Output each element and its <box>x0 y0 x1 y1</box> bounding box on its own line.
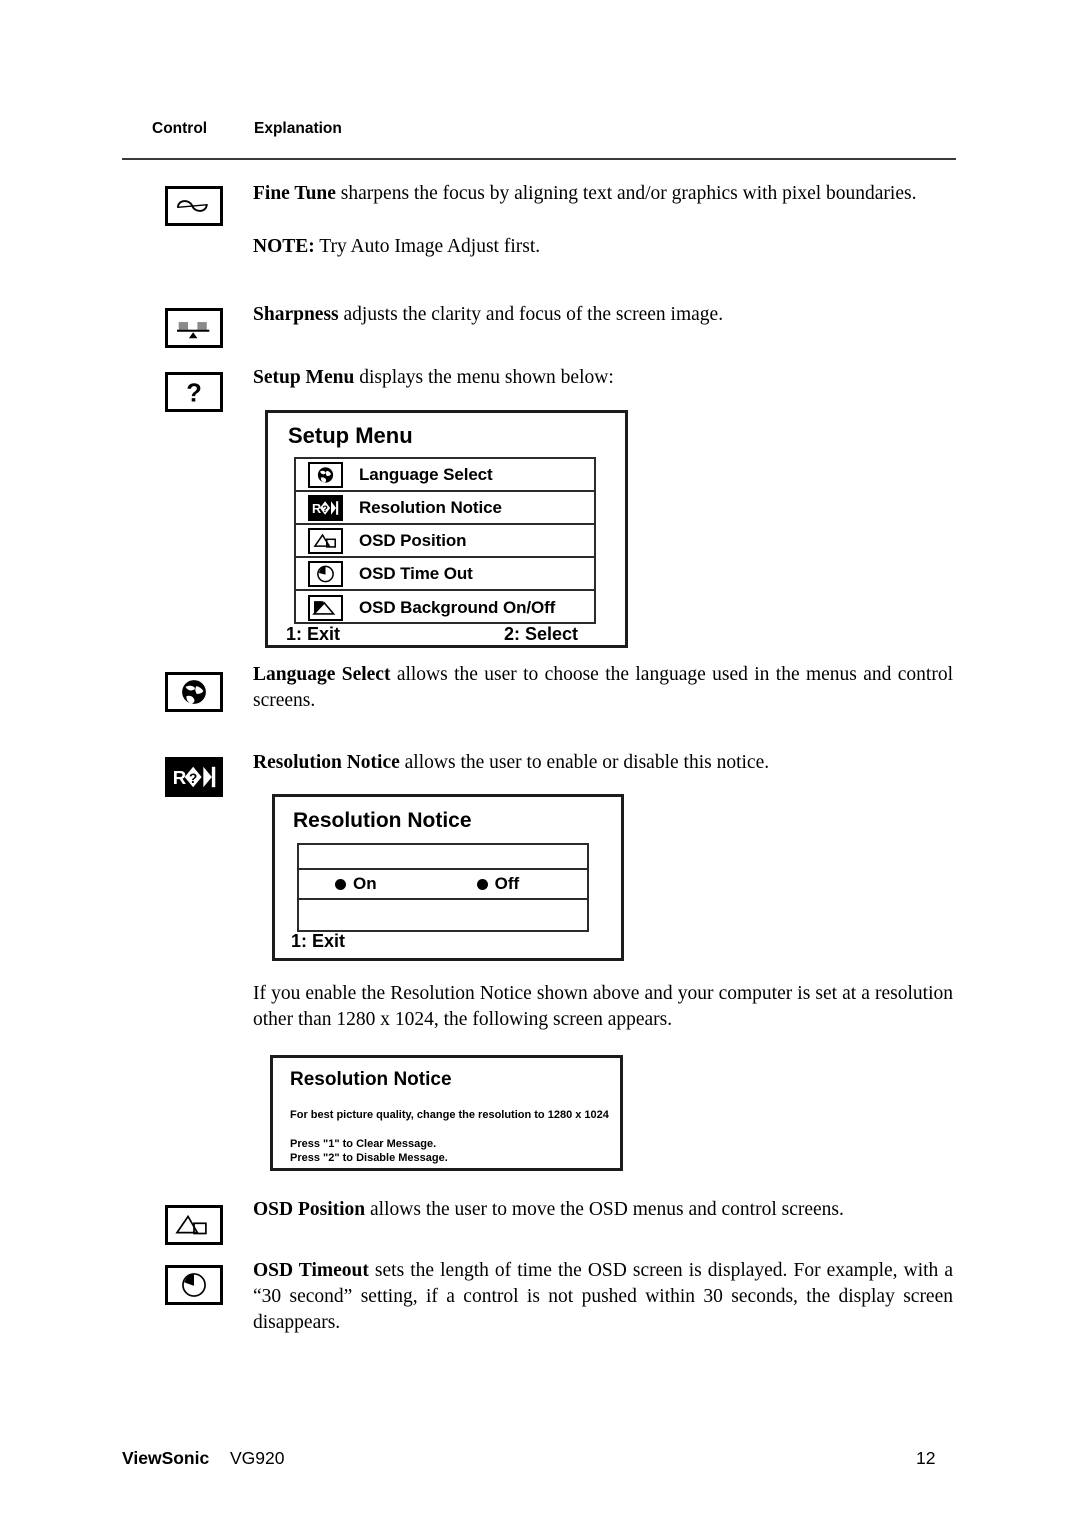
osd-band-bottom <box>299 900 587 925</box>
resolution-notice-text: allows the user to enable or disable thi… <box>399 752 770 773</box>
osd-position-icon <box>165 1205 223 1245</box>
osd-resolution-notice-title: Resolution Notice <box>293 809 472 832</box>
osd-setup-menu-screen: Setup Menu Language Select R ? Resolutio… <box>265 410 628 648</box>
setup-menu-text: displays the menu shown below: <box>354 367 614 388</box>
osd-position-icon <box>308 527 343 554</box>
osd-setup-menu-list: Language Select R ? Resolution Notice OS… <box>294 457 596 624</box>
resolution-notice-icon: R ? <box>308 494 343 521</box>
osd-resolution-message-disable: Press "2" to Disable Message. <box>290 1152 448 1164</box>
osd-menu-item-resolution-notice[interactable]: R ? Resolution Notice <box>296 492 594 525</box>
sharpness-term: Sharpness <box>253 304 339 325</box>
osd-resolution-message-clear: Press "1" to Clear Message. <box>290 1138 437 1150</box>
page-footer: ViewSonic VG920 12 <box>0 1448 1080 1474</box>
osd-setup-menu-exit[interactable]: 1: Exit <box>286 624 340 645</box>
sharpness-icon <box>165 308 223 348</box>
osd-timeout-icon <box>165 1265 223 1305</box>
osd-resolution-message-screen: Resolution Notice For best picture quali… <box>270 1055 623 1171</box>
svg-text:R: R <box>173 767 187 788</box>
osd-resolution-notice-options: On Off <box>297 843 589 932</box>
footer-brand: ViewSonic <box>122 1448 210 1468</box>
osd-timeout-term: OSD Timeout <box>253 1260 369 1281</box>
osd-option-on-label: On <box>353 874 377 893</box>
osd-timeout-icon <box>308 560 343 587</box>
osd-menu-label: OSD Background On/Off <box>359 597 556 617</box>
globe-icon <box>165 672 223 712</box>
osd-menu-item-language-select[interactable]: Language Select <box>296 459 594 492</box>
globe-icon <box>308 461 343 488</box>
osd-background-icon <box>308 594 343 621</box>
osd-menu-label: OSD Position <box>359 530 467 550</box>
question-mark-icon: ? <box>165 372 223 412</box>
footer-model: VG920 <box>230 1448 285 1468</box>
language-select-term: Language Select <box>253 664 391 685</box>
osd-position-term: OSD Position <box>253 1199 366 1220</box>
osd-menu-item-osd-position[interactable]: OSD Position <box>296 525 594 558</box>
column-header-control: Control <box>152 120 208 137</box>
svg-text:?: ? <box>186 379 202 407</box>
osd-timeout-description: OSD Timeout sets the length of time the … <box>253 1258 953 1336</box>
osd-setup-menu-title: Setup Menu <box>288 423 413 448</box>
resolution-notice-description: Resolution Notice allows the user to ena… <box>253 750 953 776</box>
svg-text:R: R <box>312 502 321 516</box>
svg-text:?: ? <box>322 504 328 514</box>
osd-option-off[interactable]: Off <box>476 874 520 894</box>
osd-menu-item-osd-time-out[interactable]: OSD Time Out <box>296 558 594 591</box>
osd-resolution-notice-exit[interactable]: 1: Exit <box>291 931 345 952</box>
fine-tune-note-label: NOTE: <box>253 236 315 257</box>
radio-bullet-icon <box>335 878 346 890</box>
svg-text:?: ? <box>189 771 197 786</box>
osd-resolution-message-title: Resolution Notice <box>290 1069 452 1090</box>
sharpness-text: adjusts the clarity and focus of the scr… <box>338 304 724 325</box>
osd-position-description: OSD Position allows the user to move the… <box>253 1197 953 1223</box>
osd-menu-label: OSD Time Out <box>359 563 473 583</box>
fine-tune-note: NOTE: Try Auto Image Adjust first. <box>253 234 953 260</box>
osd-menu-label: Resolution Notice <box>359 497 502 517</box>
osd-band-top <box>299 845 587 870</box>
osd-band-options: On Off <box>299 870 587 900</box>
fine-tune-note-text: Try Auto Image Adjust first. <box>314 236 541 257</box>
fine-tune-text: sharpens the focus by aligning text and/… <box>335 183 917 204</box>
sine-wave-icon <box>165 186 223 226</box>
setup-menu-description: Setup Menu displays the menu shown below… <box>253 365 953 391</box>
osd-setup-menu-select[interactable]: 2: Select <box>504 624 578 645</box>
header-divider <box>122 158 956 160</box>
osd-option-off-label: Off <box>494 874 520 893</box>
language-select-description: Language Select allows the user to choos… <box>253 662 953 714</box>
osd-resolution-notice-screen: Resolution Notice On Off 1: Exit <box>272 794 624 961</box>
fine-tune-description: Fine Tune sharpens the focus by aligning… <box>253 181 953 207</box>
osd-option-on[interactable]: On <box>335 874 377 894</box>
osd-menu-item-osd-background[interactable]: OSD Background On/Off <box>296 591 594 624</box>
column-header-explanation: Explanation <box>254 120 342 137</box>
sharpness-description: Sharpness adjusts the clarity and focus … <box>253 302 953 328</box>
resolution-notice-term: Resolution Notice <box>253 752 400 773</box>
resolution-paragraph: If you enable the Resolution Notice show… <box>253 983 953 1030</box>
osd-position-text: allows the user to move the OSD menus an… <box>365 1199 844 1220</box>
footer-page-number: 12 <box>916 1448 936 1468</box>
setup-menu-term: Setup Menu <box>253 367 355 388</box>
radio-bullet-icon <box>476 878 488 890</box>
resolution-notice-icon: R ? <box>165 757 223 797</box>
osd-menu-label: Language Select <box>359 464 493 484</box>
osd-resolution-message-body: For best picture quality, change the res… <box>290 1109 609 1121</box>
fine-tune-term: Fine Tune <box>253 183 336 204</box>
